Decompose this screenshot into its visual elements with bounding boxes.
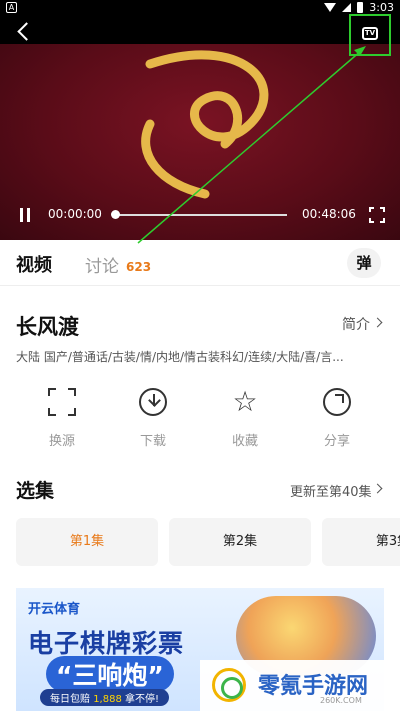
notification-icon: A [6, 2, 17, 13]
episode-list: 第1集 第2集 第3集 [16, 518, 400, 566]
show-tags: 大陆 国产/普通话/古装/情/内地/情古装科幻/连续/大陆/喜/言... [16, 350, 344, 364]
action-label: 下载 [139, 434, 166, 449]
switch-source-button[interactable]: 换源 [32, 388, 92, 449]
action-label: 换源 [48, 434, 75, 449]
wifi-icon [324, 3, 337, 12]
episode-item[interactable]: 第1集 [16, 518, 158, 566]
chevron-right-icon [372, 317, 383, 328]
signal-icon [342, 3, 352, 12]
ad-footer-suffix: 拿不停! [125, 694, 160, 705]
progress-knob[interactable] [111, 210, 120, 219]
tv-icon: TV [362, 27, 378, 40]
ad-subheadline: “三响炮” [46, 656, 174, 692]
current-time: 00:00:00 [48, 207, 102, 221]
episodes-title: 选集 [16, 480, 55, 502]
action-label: 收藏 [231, 434, 258, 449]
video-player[interactable]: A 3:03 TV 00:00:00 00:48:06 [0, 0, 400, 240]
battery-icon [357, 2, 364, 13]
danmaku-toggle-button[interactable]: 弹 [347, 248, 381, 278]
switch-source-icon [48, 388, 76, 416]
ad-footer: 每日包赔 1,888 拿不停! [40, 689, 170, 706]
download-button[interactable]: 下载 [123, 388, 183, 449]
episode-item[interactable]: 第2集 [169, 518, 311, 566]
share-icon [323, 388, 351, 416]
chevron-right-icon [372, 483, 383, 494]
site-watermark: 零氪手游网 260K.COM [200, 660, 400, 711]
status-bar: A 3:03 [0, 0, 400, 16]
player-controls: 00:00:00 00:48:06 [0, 200, 400, 230]
progress-track[interactable] [115, 214, 287, 216]
duration: 00:48:06 [302, 207, 356, 221]
back-button[interactable] [14, 20, 36, 44]
intro-link[interactable]: 简介 [342, 314, 370, 334]
star-icon: ☆ [232, 385, 258, 418]
ad-footer-prefix: 每日包赔 [50, 694, 90, 705]
fullscreen-button[interactable] [369, 207, 385, 223]
content-tabs: 视频 讨论 623 弹 [0, 240, 400, 286]
tab-discuss[interactable]: 讨论 [85, 252, 119, 277]
watermark-url: 260K.COM [320, 696, 362, 705]
pause-button[interactable] [19, 208, 31, 222]
ad-footer-amount: 1,888 [93, 694, 122, 705]
discuss-count: 623 [126, 260, 152, 274]
status-time: 3:03 [369, 1, 394, 14]
watermark-logo-icon [212, 668, 246, 702]
tab-video[interactable]: 视频 [16, 251, 52, 277]
favorite-button[interactable]: ☆ 收藏 [215, 385, 275, 450]
episodes-update-link[interactable]: 更新至第40集 [290, 481, 372, 500]
action-label: 分享 [323, 434, 350, 449]
episode-item[interactable]: 第3集 [322, 518, 400, 566]
ad-headline: 电子棋牌彩票 [28, 629, 185, 658]
show-title: 长风渡 [16, 315, 79, 339]
cast-to-tv-button[interactable]: TV [349, 14, 391, 56]
action-row: 换源 下载 ☆ 收藏 分享 [0, 388, 400, 452]
ad-logo: 开云体育 [28, 602, 81, 617]
share-button[interactable]: 分享 [307, 388, 367, 449]
download-icon [139, 388, 167, 416]
